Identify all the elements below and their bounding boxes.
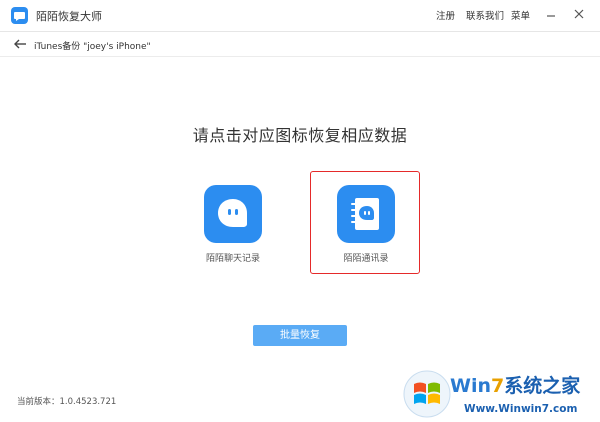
back-arrow-icon[interactable]: [13, 37, 27, 51]
main-menu[interactable]: 菜单: [511, 8, 530, 22]
chat-records-option[interactable]: [204, 185, 262, 243]
contact-us-menu[interactable]: 联系我们: [466, 8, 504, 22]
selection-highlight: [310, 171, 420, 274]
watermark-brand-suffix: 系统之家: [504, 375, 581, 397]
title-bar: 陌陌恢复大师 注册 联系我们 菜单: [0, 0, 600, 32]
close-button[interactable]: [571, 6, 587, 22]
watermark-url: Www.Winwin7.com: [464, 403, 578, 415]
chat-records-label: 陌陌聊天记录: [205, 254, 260, 264]
app-logo-icon: [11, 7, 28, 24]
chat-bubble-icon: [218, 199, 247, 227]
register-menu[interactable]: 注册: [436, 8, 455, 22]
breadcrumb: iTunes备份 "joey's iPhone": [34, 42, 151, 52]
app-title: 陌陌恢复大师: [36, 10, 102, 23]
version-text: 当前版本：1.0.4523.721: [17, 397, 117, 407]
minimize-button[interactable]: [543, 6, 559, 22]
watermark-brand-prefix: Win: [450, 375, 491, 397]
watermark-brand-digit: 7: [491, 375, 505, 397]
breadcrumb-bar: iTunes备份 "joey's iPhone": [0, 32, 600, 57]
watermark-brand: Win7系统之家: [450, 371, 580, 398]
batch-restore-button[interactable]: 批量恢复: [253, 325, 347, 346]
page-title: 请点击对应图标恢复相应数据: [192, 126, 408, 145]
